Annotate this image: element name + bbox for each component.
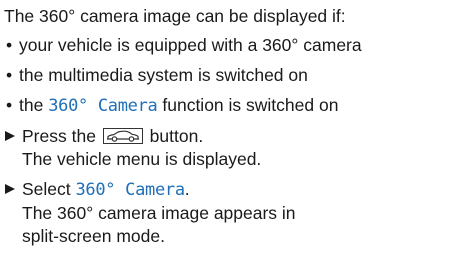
function-name-highlight: 360° Camera [48, 96, 158, 116]
step-arrow-icon [5, 131, 15, 141]
bullet-icon: • [6, 95, 13, 115]
step-instruction: Select 360° Camera. [22, 178, 462, 202]
condition-item: • your vehicle is equipped with a 360° c… [4, 34, 462, 57]
step-arrow-icon [5, 184, 15, 194]
function-name-highlight: 360° Camera [75, 180, 186, 200]
condition-text-after: function is switched on [157, 95, 339, 115]
car-icon [102, 127, 143, 144]
step-result: The 360° camera image appears in split-s… [22, 203, 296, 246]
condition-text-before: the [19, 95, 49, 115]
condition-item: • the multimedia system is switched on [4, 64, 462, 87]
condition-text: the multimedia system is switched on [19, 65, 308, 85]
condition-text: your vehicle is equipped with a 360° cam… [19, 35, 362, 55]
bullet-icon: • [6, 65, 13, 85]
instruction-page: The 360° camera image can be displayed i… [0, 0, 462, 267]
step-text-after: button. [144, 126, 204, 146]
step-text-before: Select [22, 179, 76, 199]
step-item: Press the button. The vehicle menu is di… [4, 125, 462, 171]
step-item: Select 360° Camera. The 360° camera imag… [4, 178, 462, 248]
step-text-after: . [184, 179, 190, 199]
condition-item: • the 360° Camera function is switched on [4, 94, 462, 118]
steps-list: Press the button. The vehicle menu is di… [4, 125, 462, 248]
conditions-list: • your vehicle is equipped with a 360° c… [4, 34, 462, 118]
step-text-before: Press the [22, 126, 101, 146]
step-instruction: Press the button. [22, 125, 462, 148]
step-result: The vehicle menu is displayed. [22, 149, 262, 169]
intro-text: The 360° camera image can be displayed i… [4, 6, 346, 26]
bullet-icon: • [6, 35, 13, 55]
